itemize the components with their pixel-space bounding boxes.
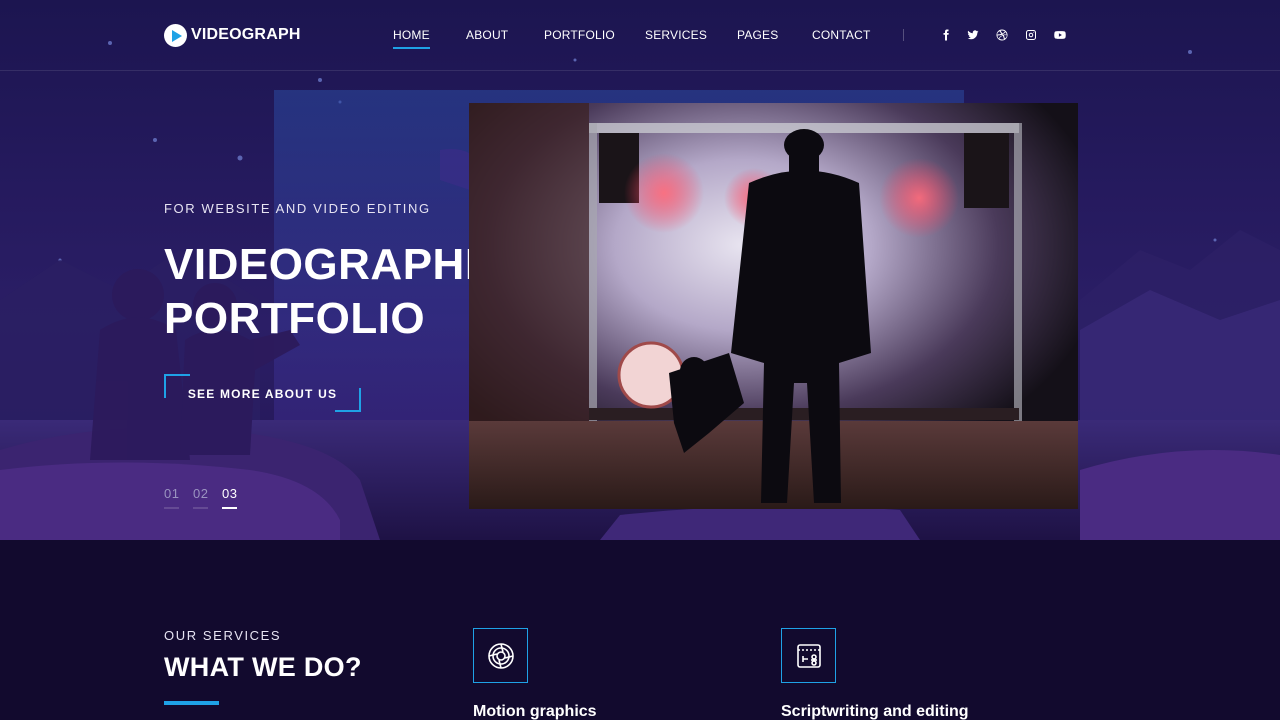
service-scriptwriting-title[interactable]: Scriptwriting and editing (781, 703, 969, 720)
services-eyebrow: OUR SERVICES (164, 628, 282, 643)
nav-contact[interactable]: CONTACT (812, 28, 871, 42)
services-title: WHAT WE DO? (164, 652, 362, 682)
nav-divider (903, 29, 904, 41)
service-motion-graphics-title[interactable]: Motion graphics (473, 703, 597, 720)
hero-photo (469, 103, 1078, 509)
facebook-icon[interactable] (938, 27, 954, 43)
hero-eyebrow: FOR WEBSITE AND VIDEO EDITING (164, 201, 431, 216)
brand-name: VIDEOGRAPH (191, 26, 301, 43)
instagram-icon[interactable] (1023, 27, 1039, 43)
see-more-button[interactable]: SEE MORE ABOUT US (164, 374, 361, 412)
nav-services[interactable]: SERVICES (645, 28, 707, 42)
nav-home[interactable]: HOME (393, 28, 430, 49)
dribbble-icon[interactable] (994, 27, 1010, 43)
nav-about[interactable]: ABOUT (466, 28, 508, 42)
slide-indicator-1[interactable]: 01 (164, 486, 180, 509)
site-header: VIDEOGRAPH HOME ABOUT PORTFOLIO SERVICES… (0, 0, 1280, 71)
film-reel-icon (473, 628, 528, 683)
services-title-underline (164, 701, 219, 705)
hero-title-line2: PORTFOLIO (164, 294, 426, 343)
slide-indicator-2[interactable]: 02 (193, 486, 209, 509)
nav-pages[interactable]: PAGES (737, 28, 778, 42)
see-more-label: SEE MORE ABOUT US (187, 387, 338, 401)
videographer-on-stage-image (469, 103, 1078, 509)
nav-portfolio[interactable]: PORTFOLIO (544, 28, 615, 42)
video-edit-icon (781, 628, 836, 683)
logo[interactable]: VIDEOGRAPH (164, 22, 301, 48)
play-circle-icon (164, 23, 187, 47)
slide-indicator-3[interactable]: 03 (222, 486, 238, 509)
youtube-icon[interactable] (1052, 27, 1068, 43)
twitter-icon[interactable] (965, 27, 981, 43)
hero-section: VIDEOGRAPH HOME ABOUT PORTFOLIO SERVICES… (0, 0, 1280, 540)
